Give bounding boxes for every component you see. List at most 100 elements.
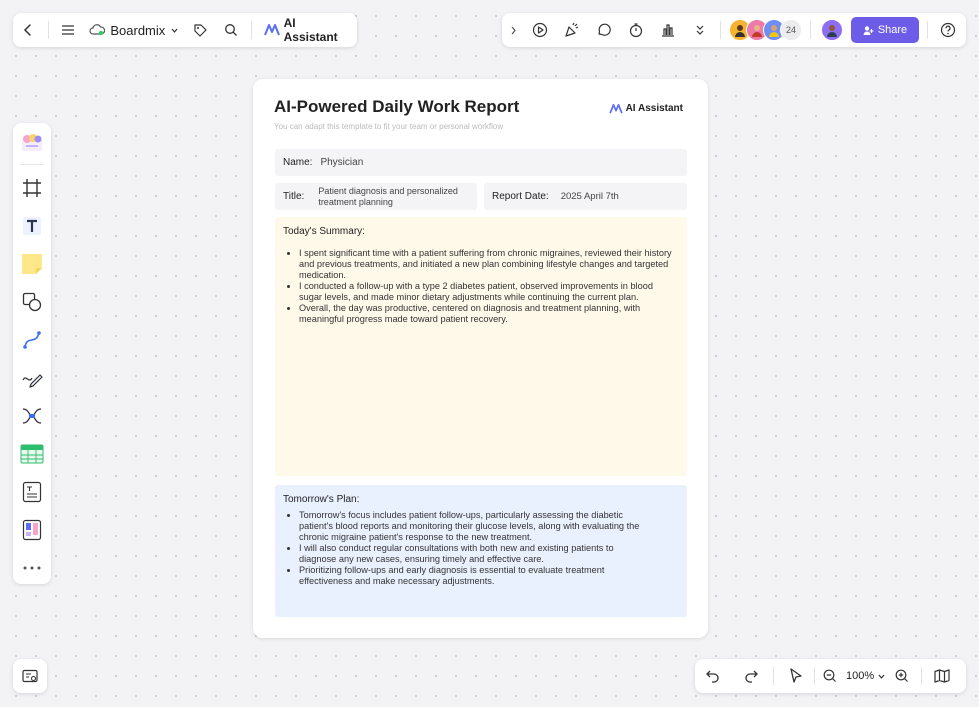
- add-user-icon: [863, 25, 874, 36]
- connector-tool[interactable]: [16, 324, 48, 355]
- chevron-left-icon: [21, 23, 35, 37]
- title-field[interactable]: Title: Patient diagnosis and personalize…: [275, 183, 477, 210]
- more-tools-button[interactable]: [684, 14, 716, 46]
- cursor-icon: [789, 668, 803, 684]
- user-avatar[interactable]: [821, 19, 843, 41]
- top-left-toolbar: Boardmix AI Assistant: [13, 13, 357, 47]
- divider: [20, 164, 44, 166]
- list-item: I spent significant time with a patient …: [299, 248, 675, 281]
- zoom-out-icon: [823, 669, 837, 683]
- report-title: AI-Powered Daily Work Report: [274, 97, 520, 116]
- chevron-down-icon: [170, 26, 179, 35]
- more-dots-icon: [23, 566, 41, 570]
- redo-icon: [743, 669, 759, 683]
- name-field[interactable]: Name: Physician: [275, 149, 687, 176]
- bottom-right-toolbar: 100%: [695, 659, 966, 693]
- tag-icon: [193, 23, 208, 38]
- undo-button[interactable]: [697, 660, 729, 692]
- frame-icon: [22, 178, 42, 198]
- search-icon: [224, 23, 238, 37]
- zoom-out-button[interactable]: [817, 660, 843, 692]
- list-item: I conducted a follow-up with a type 2 di…: [299, 281, 675, 303]
- pen-tool[interactable]: [16, 362, 48, 393]
- tag-button[interactable]: [185, 14, 216, 46]
- table-icon: [20, 444, 44, 464]
- workspace-label: Boardmix: [110, 22, 166, 38]
- plan-heading: Tomorrow's Plan:: [283, 494, 360, 505]
- menu-button[interactable]: [53, 14, 84, 46]
- report-date-field[interactable]: Report Date: 2025 April 7th: [484, 183, 687, 210]
- divider: [810, 21, 811, 39]
- divider: [773, 667, 774, 685]
- chevron-right-icon: [509, 25, 518, 36]
- pen-icon: [21, 368, 43, 388]
- tomorrows-plan-section[interactable]: Tomorrow's Plan: Tomorrow's focus includ…: [275, 485, 687, 617]
- divider: [927, 21, 928, 39]
- timer-button[interactable]: [620, 14, 652, 46]
- share-label: Share: [877, 24, 908, 36]
- bar-chart-icon: [660, 22, 676, 38]
- zoom-level-dropdown[interactable]: 100%: [843, 670, 889, 682]
- report-document[interactable]: AI-Powered Daily Work Report You can ada…: [253, 79, 708, 638]
- shape-tool[interactable]: [16, 286, 48, 317]
- sticky-note-tool[interactable]: [16, 248, 48, 279]
- search-button[interactable]: [216, 14, 247, 46]
- minimap-icon: [22, 669, 38, 683]
- vote-button[interactable]: [652, 14, 684, 46]
- summary-list: I spent significant time with a patient …: [275, 248, 675, 325]
- plan-list: Tomorrow's focus includes patient follow…: [275, 510, 651, 587]
- frame-tool[interactable]: [16, 172, 48, 203]
- redo-button[interactable]: [735, 660, 767, 692]
- ai-assistant-button[interactable]: AI Assistant: [256, 16, 357, 44]
- ai-assistant-label: AI Assistant: [283, 16, 338, 44]
- document-tool[interactable]: [16, 477, 48, 508]
- share-button[interactable]: Share: [851, 17, 919, 43]
- comment-button[interactable]: [588, 14, 620, 46]
- left-toolbar: [13, 123, 51, 584]
- workspace-dropdown[interactable]: Boardmix: [83, 23, 185, 38]
- templates-tool[interactable]: [16, 127, 48, 158]
- table-tool[interactable]: [16, 439, 48, 470]
- list-item: Tomorrow's focus includes patient follow…: [299, 510, 651, 543]
- sticky-note-icon: [20, 252, 44, 276]
- report-date-value: 2025 April 7th: [560, 191, 619, 202]
- shape-icon: [22, 292, 42, 312]
- doc-ai-assistant[interactable]: AI Assistant: [608, 103, 683, 114]
- name-label: Name:: [283, 157, 313, 168]
- divider: [47, 21, 49, 39]
- connector-icon: [22, 330, 42, 350]
- back-button[interactable]: [13, 14, 44, 46]
- undo-icon: [705, 669, 721, 683]
- collaborator-count: 24: [780, 19, 802, 41]
- text-icon: [22, 216, 42, 236]
- zoom-in-icon: [895, 669, 909, 683]
- doc-ai-label: AI Assistant: [625, 103, 683, 114]
- document-icon: [22, 481, 42, 503]
- name-value: Physician: [320, 157, 364, 168]
- list-item: I will also conduct regular consultation…: [299, 543, 651, 565]
- more-tools-button[interactable]: [16, 553, 48, 584]
- select-tool-button[interactable]: [780, 660, 812, 692]
- help-icon: [940, 22, 956, 38]
- text-tool[interactable]: [16, 210, 48, 241]
- celebrate-button[interactable]: [556, 14, 588, 46]
- help-button[interactable]: [932, 14, 964, 46]
- report-date-label: Report Date:: [492, 191, 549, 202]
- divider: [720, 21, 721, 39]
- expand-toolbar-button[interactable]: [502, 14, 524, 46]
- title-label: Title:: [283, 191, 305, 202]
- cloud-icon: [89, 24, 106, 36]
- kanban-icon: [22, 519, 42, 541]
- todays-summary-section[interactable]: Today's Summary: I spent significant tim…: [275, 217, 687, 476]
- zoom-in-button[interactable]: [889, 660, 915, 692]
- mindmap-tool[interactable]: [16, 401, 48, 432]
- minimap-button[interactable]: [13, 659, 47, 693]
- party-popper-icon: [564, 22, 580, 38]
- present-button[interactable]: [524, 14, 556, 46]
- ai-logo-icon: [263, 24, 280, 36]
- collaborators[interactable]: 24: [729, 19, 802, 41]
- summary-heading: Today's Summary:: [283, 226, 365, 237]
- kanban-tool[interactable]: [16, 515, 48, 546]
- map-view-button[interactable]: [926, 660, 958, 692]
- comment-icon: [596, 22, 612, 38]
